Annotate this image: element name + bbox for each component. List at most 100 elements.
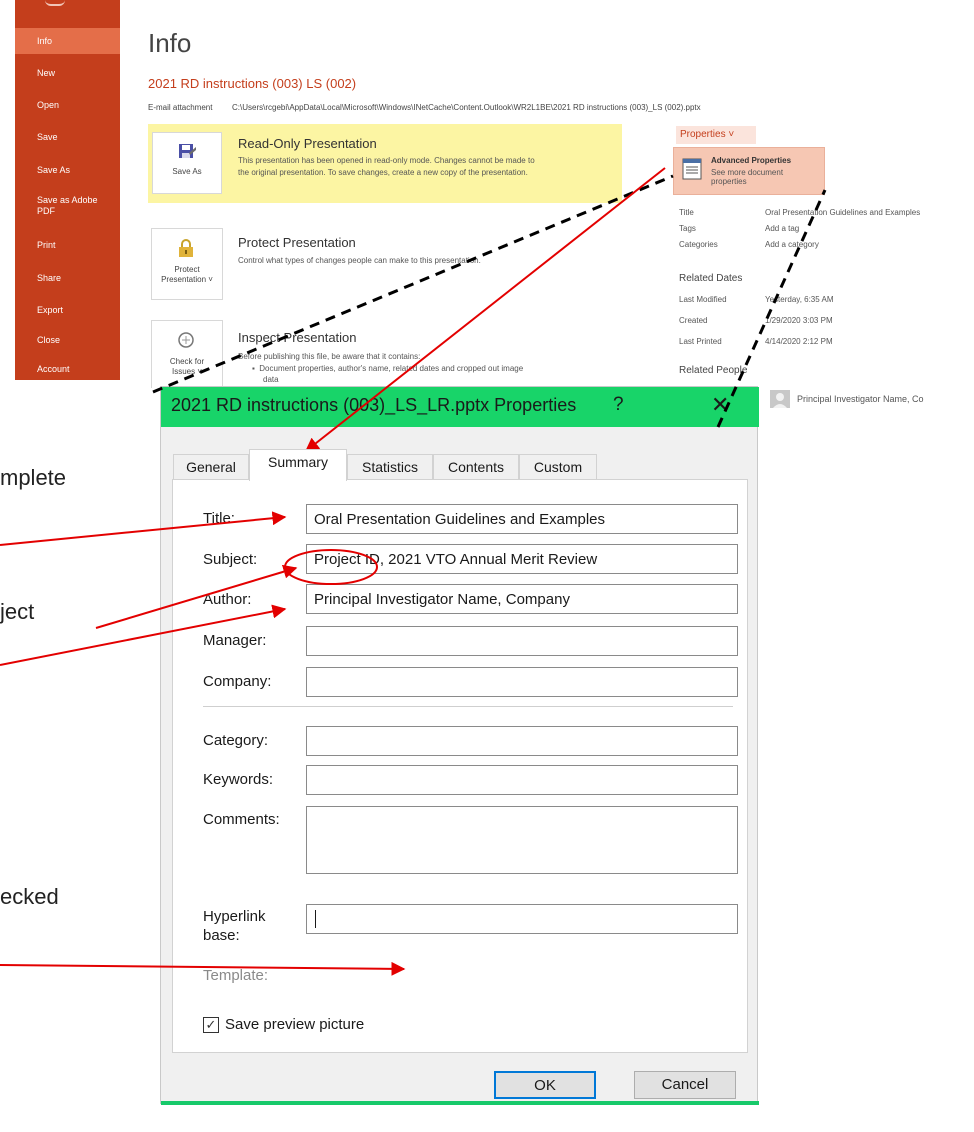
dialog-bottom-border [161,1101,759,1105]
summary-tab-panel: Title: Subject: Author: Manager: Company… [172,479,748,1053]
sidebar-item-account[interactable]: Account [15,360,120,380]
protect-desc: Control what types of changes people can… [238,256,481,265]
sidebar-item-print[interactable]: Print [15,240,120,251]
company-field[interactable] [306,667,738,697]
tab-general[interactable]: General [173,454,249,480]
save-as-button[interactable]: Save As [152,132,222,194]
prop-tags-label: Tags [679,224,696,233]
attachment-path: C:\Users\rcgebi\AppData\Local\Microsoft\… [232,103,701,112]
author-name[interactable]: Principal Investigator Name, Co [797,394,924,404]
inspect-title: Inspect Presentation [238,330,357,345]
protect-label-2: Presentation ˅ [161,275,213,284]
comments-label: Comments: [203,811,280,828]
lock-icon [179,239,193,257]
clipped-text-2: ject [0,599,35,624]
ok-button[interactable]: OK [494,1071,596,1099]
tab-summary[interactable]: Summary [249,449,347,481]
check-for-issues-button[interactable]: Check for Issues ˅ [151,320,223,388]
sidebar-item-close[interactable]: Close [15,335,120,346]
created-value: 1/29/2020 3:03 PM [765,316,833,325]
inspect-desc-2: ▪ Document properties, author's name, re… [252,363,523,374]
dialog-titlebar[interactable]: 2021 RD instructions (003)_LS_LR.pptx Pr… [161,387,759,427]
save-as-icon [179,144,196,158]
tab-statistics[interactable]: Statistics [347,454,433,480]
tab-contents[interactable]: Contents [433,454,519,480]
document-title: 2021 RD instructions (003) LS (002) [148,76,357,91]
help-icon[interactable]: ? [613,394,624,416]
sidebar-item-open[interactable]: Open [15,100,120,111]
keywords-label: Keywords: [203,771,274,788]
manager-field[interactable] [306,626,738,656]
author-label: Author: [203,591,252,608]
text-caret [315,910,316,928]
check-label-1: Check for [169,357,205,366]
sidebar-item-save-as-pdf[interactable]: Save as Adobe PDF [15,195,105,217]
tab-custom[interactable]: Custom [519,454,597,480]
back-arrow-icon[interactable] [45,0,65,6]
properties-dropdown[interactable]: Properties ˅ [676,126,756,144]
hyperlink-label-2: base: [203,927,240,944]
manager-label: Manager: [203,632,267,649]
read-only-desc-1: This presentation has been opened in rea… [238,156,535,165]
advanced-properties-menu-item[interactable]: Advanced Properties See more document pr… [673,147,825,195]
template-label: Template: [203,967,269,984]
properties-dialog: 2021 RD instructions (003)_LS_LR.pptx Pr… [160,386,759,1105]
inspect-desc-1: Before publishing this file, be aware th… [238,352,421,361]
last-printed-value: 4/14/2020 2:12 PM [765,337,833,346]
last-modified-label: Last Modified [679,295,727,304]
advanced-properties-desc: See more document properties [711,168,784,186]
inspect-desc-3: data [263,375,279,384]
clipped-text-3: ecked [0,884,59,909]
last-printed-label: Last Printed [679,337,722,346]
inspect-icon [178,332,194,348]
keywords-field[interactable] [306,765,738,795]
prop-categories-label: Categories [679,240,718,249]
last-modified-value: Yesterday, 6:35 AM [765,295,834,304]
backstage-sidebar: Info New Open Save Save As Save as Adobe… [15,0,120,380]
hyperlink-base-field[interactable] [306,904,738,934]
person-icon [773,393,787,408]
sidebar-item-save-as[interactable]: Save As [15,165,120,176]
read-only-desc-2: the original presentation. To save chang… [238,168,528,177]
related-people-heading: Related People [679,365,748,376]
protect-label-1: Protect [174,265,200,274]
title-label: Title: [203,510,235,527]
attachment-label: E-mail attachment [148,103,213,112]
clipped-text-1: mplete [0,465,67,490]
close-icon[interactable]: ✕ [711,392,729,418]
sidebar-item-save[interactable]: Save [15,132,120,143]
category-label: Category: [203,732,269,749]
screenshot-stage: Info New Open Save Save As Save as Adobe… [0,0,974,1132]
prop-title-value[interactable]: Oral Presentation Guidelines and Example… [765,208,920,217]
document-properties-icon [682,158,702,180]
divider [203,706,733,707]
title-field[interactable] [306,504,738,534]
save-preview-label[interactable]: Save preview picture [225,1016,364,1033]
inspect-desc-2-text: Document properties, author's name, rela… [259,364,524,373]
sidebar-item-new[interactable]: New [15,68,120,79]
related-dates-heading: Related Dates [679,273,743,284]
dialog-title: 2021 RD instructions (003)_LS_LR.pptx Pr… [171,395,577,415]
subject-field[interactable] [306,544,738,574]
prop-categories-value[interactable]: Add a category [765,240,819,249]
author-avatar [770,390,790,408]
read-only-title: Read-Only Presentation [238,136,377,151]
sidebar-item-info[interactable]: Info [15,28,120,54]
company-label: Company: [203,673,272,690]
sidebar-item-share[interactable]: Share [15,273,120,284]
cancel-button[interactable]: Cancel [634,1071,736,1099]
created-label: Created [679,316,708,325]
category-field[interactable] [306,726,738,756]
advanced-properties-title: Advanced Properties [711,156,792,165]
protect-title: Protect Presentation [238,235,356,250]
hyperlink-label-1: Hyperlink [203,908,266,925]
protect-presentation-button[interactable]: Protect Presentation ˅ [151,228,223,300]
prop-tags-value[interactable]: Add a tag [765,224,799,233]
comments-field[interactable] [306,806,738,874]
save-preview-checkbox[interactable]: ✓ [203,1017,219,1033]
author-field[interactable] [306,584,738,614]
sidebar-item-export[interactable]: Export [15,305,120,316]
subject-label: Subject: [203,551,258,568]
page-title: Info [148,28,192,58]
prop-title-label: Title [679,208,694,217]
